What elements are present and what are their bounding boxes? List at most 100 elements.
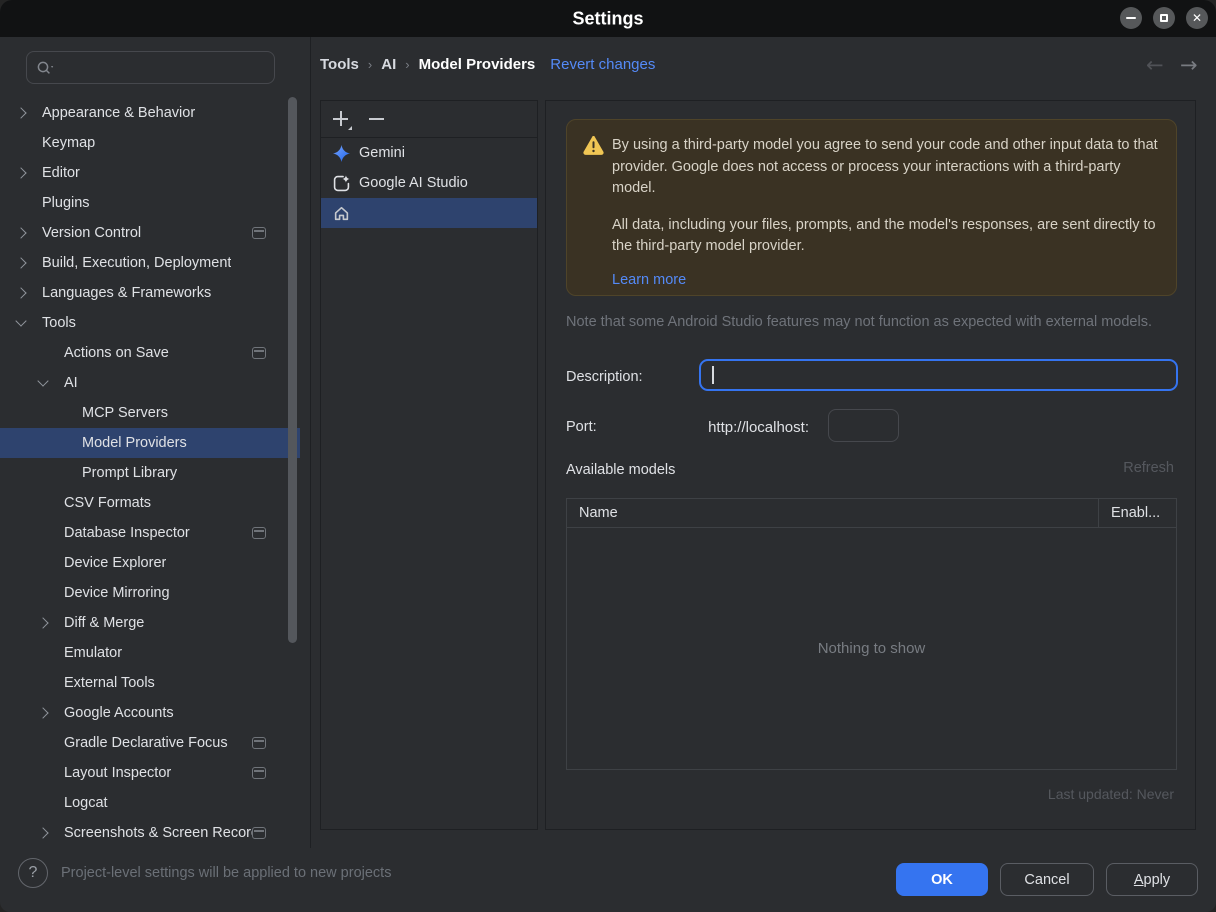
provider-item-label: Google AI Studio [359, 175, 468, 191]
provider-item-local[interactable] [321, 198, 537, 228]
sidebar-item-device-mirroring[interactable]: Device Mirroring [0, 578, 300, 608]
sidebar-item-label: Logcat [64, 795, 108, 811]
chevron-down-icon[interactable] [38, 378, 48, 388]
sidebar-item-label: Model Providers [82, 435, 187, 451]
minimize-button[interactable] [1120, 7, 1142, 29]
chevron-down-icon[interactable] [16, 318, 26, 328]
available-models-label: Available models [566, 462, 676, 478]
refresh-link[interactable]: Refresh [1123, 460, 1174, 476]
chevron-right-icon[interactable] [16, 108, 26, 118]
chevron-right-icon[interactable] [38, 828, 48, 838]
sidebar-item-database-inspector[interactable]: Database Inspector [0, 518, 300, 548]
sidebar-item-screenshots-screen-recordi[interactable]: Screenshots & Screen Recordi [0, 818, 300, 848]
description-label: Description: [566, 369, 643, 385]
window-controls: ✕ [1120, 7, 1208, 29]
column-header-name[interactable]: Name [567, 505, 1098, 521]
sidebar-item-prompt-library[interactable]: Prompt Library [0, 458, 300, 488]
breadcrumb-item-ai[interactable]: AI [381, 56, 396, 73]
sidebar-item-plugins[interactable]: Plugins [0, 188, 300, 218]
settings-search-input[interactable] [56, 58, 265, 77]
sidebar-item-label: Google Accounts [64, 705, 174, 721]
provider-item-google-ai-studio[interactable]: Google AI Studio [321, 168, 537, 198]
help-button[interactable]: ? [18, 858, 48, 888]
sidebar-item-keymap[interactable]: Keymap [0, 128, 300, 158]
text-caret [712, 366, 714, 384]
sidebar-item-external-tools[interactable]: External Tools [0, 668, 300, 698]
revert-changes-link[interactable]: Revert changes [550, 56, 655, 73]
sidebar-item-csv-formats[interactable]: CSV Formats [0, 488, 300, 518]
breadcrumb-item-tools[interactable]: Tools [320, 56, 359, 73]
chevron-right-icon[interactable] [16, 228, 26, 238]
sidebar-item-logcat[interactable]: Logcat [0, 788, 300, 818]
sidebar-item-label: MCP Servers [82, 405, 168, 421]
external-models-note: Note that some Android Studio features m… [566, 314, 1152, 330]
sidebar-item-diff-merge[interactable]: Diff & Merge [0, 608, 300, 638]
sidebar-item-editor[interactable]: Editor [0, 158, 300, 188]
chevron-right-icon[interactable] [38, 708, 48, 718]
warning-paragraph-2: All data, including your files, prompts,… [612, 216, 1156, 255]
search-box[interactable] [26, 51, 275, 84]
sidebar-item-build-execution-deployment[interactable]: Build, Execution, Deployment [0, 248, 300, 278]
screen-badge-icon [252, 827, 266, 839]
sidebar-item-label: Actions on Save [64, 345, 169, 361]
chevron-right-icon[interactable] [38, 618, 48, 628]
sidebar-item-gradle-declarative-focus[interactable]: Gradle Declarative Focus [0, 728, 300, 758]
last-updated-label: Last updated: Never [1047, 786, 1174, 802]
provider-item-gemini[interactable]: Gemini [321, 138, 537, 168]
add-provider-button[interactable] [332, 110, 352, 130]
chevron-right-icon[interactable] [16, 258, 26, 268]
close-icon: ✕ [1191, 11, 1203, 25]
forward-button[interactable]: → [1180, 52, 1198, 78]
sidebar-item-label: Keymap [42, 135, 96, 151]
sidebar-item-languages-frameworks[interactable]: Languages & Frameworks [0, 278, 300, 308]
chevron-right-icon[interactable] [16, 168, 26, 178]
add-dropdown-caret-icon [348, 126, 352, 130]
remove-provider-button[interactable] [368, 110, 386, 128]
breadcrumb-item-model-providers[interactable]: Model Providers [419, 56, 536, 73]
maximize-button[interactable] [1153, 7, 1175, 29]
sidebar-item-label: Device Mirroring [64, 585, 170, 601]
sidebar-item-label: Appearance & Behavior [42, 105, 196, 121]
settings-dialog: Settings ✕ Appearance & Behavior Keymap Ed… [0, 0, 1216, 912]
ok-button[interactable]: OK [896, 863, 988, 896]
sidebar-item-actions-on-save[interactable]: Actions on Save [0, 338, 300, 368]
gemini-icon [333, 144, 350, 162]
breadcrumb: Tools › AI › Model Providers Revert changes [320, 51, 655, 77]
sidebar-item-label: Editor [42, 165, 80, 181]
sidebar-item-label: Screenshots & Screen Recordi [64, 825, 252, 841]
warning-paragraph-1: By using a third-party model you agree t… [612, 137, 1158, 196]
screen-badge-icon [252, 227, 266, 239]
sidebar-item-emulator[interactable]: Emulator [0, 638, 300, 668]
sidebar-item-label: Build, Execution, Deployment [42, 255, 232, 271]
sidebar-item-device-explorer[interactable]: Device Explorer [0, 548, 300, 578]
search-icon [36, 60, 56, 76]
home-icon [333, 205, 350, 222]
cancel-button[interactable]: Cancel [1000, 863, 1094, 896]
apply-button[interactable]: Apply [1106, 863, 1198, 896]
sidebar-item-tools[interactable]: Tools [0, 308, 300, 338]
screen-badge-icon [252, 527, 266, 539]
providers-list: Gemini Google AI Studio [321, 138, 537, 228]
description-field[interactable] [699, 359, 1178, 391]
sidebar-item-model-providers[interactable]: Model Providers [0, 428, 300, 458]
chevron-right-icon[interactable] [16, 288, 26, 298]
sidebar-item-appearance-behavior[interactable]: Appearance & Behavior [0, 98, 300, 128]
port-label: Port: [566, 419, 597, 435]
sidebar-item-google-accounts[interactable]: Google Accounts [0, 698, 300, 728]
sidebar-item-version-control[interactable]: Version Control [0, 218, 300, 248]
breadcrumb-separator: › [405, 56, 410, 72]
close-button[interactable]: ✕ [1186, 7, 1208, 29]
column-header-enabled[interactable]: Enabl... [1098, 499, 1176, 527]
settings-sidebar: Appearance & Behavior Keymap Editor Plugins… [0, 37, 311, 848]
sidebar-scrollbar[interactable] [288, 97, 297, 643]
learn-more-link[interactable]: Learn more [612, 270, 686, 292]
google-ai-studio-icon [333, 174, 350, 192]
sidebar-item-label: Layout Inspector [64, 765, 172, 781]
sidebar-item-layout-inspector[interactable]: Layout Inspector [0, 758, 300, 788]
footer-hint: Project-level settings will be applied t… [61, 865, 392, 881]
back-button[interactable]: ← [1146, 52, 1164, 78]
sidebar-item-mcp-servers[interactable]: MCP Servers [0, 398, 300, 428]
sidebar-item-ai[interactable]: AI [0, 368, 300, 398]
sidebar-item-label: Languages & Frameworks [42, 285, 212, 301]
port-field[interactable] [828, 409, 899, 442]
